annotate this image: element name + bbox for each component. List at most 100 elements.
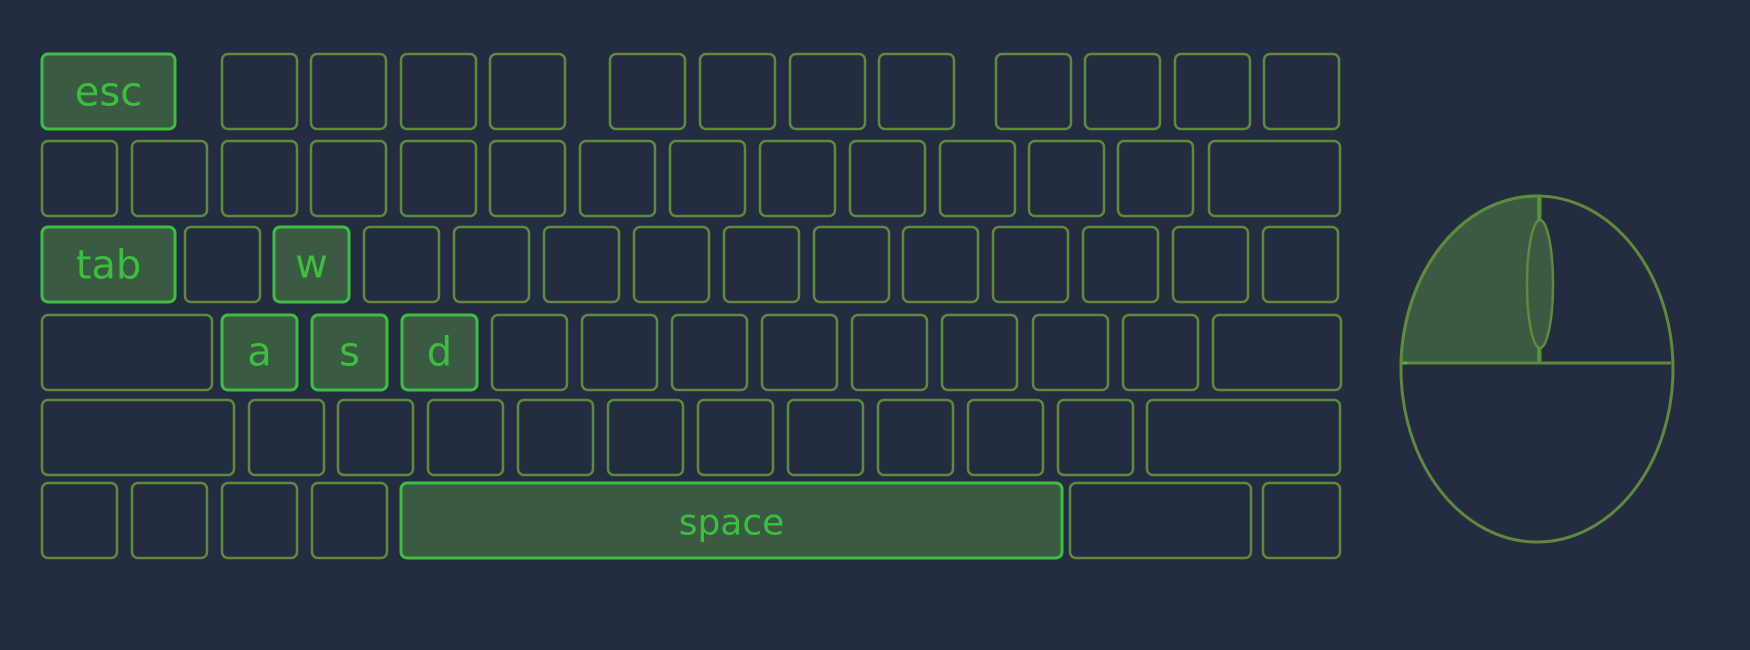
key-r1-6[interactable] bbox=[608, 52, 687, 131]
key-r1-5[interactable] bbox=[488, 52, 567, 131]
key-cap bbox=[247, 398, 326, 477]
key-cap bbox=[336, 398, 415, 477]
key-r5-3[interactable] bbox=[336, 398, 415, 477]
key-r4-13[interactable] bbox=[1211, 313, 1343, 392]
key-r2-10[interactable] bbox=[848, 139, 927, 218]
key-tab[interactable]: tab bbox=[40, 225, 177, 304]
key-r1-13[interactable] bbox=[1262, 52, 1341, 131]
key-cap bbox=[1056, 398, 1135, 477]
key-r2-11[interactable] bbox=[938, 139, 1017, 218]
key-r2-13[interactable] bbox=[1116, 139, 1195, 218]
key-r4-9[interactable] bbox=[850, 313, 929, 392]
key-r3-7[interactable] bbox=[632, 225, 711, 304]
key-r6-4[interactable] bbox=[310, 481, 389, 560]
key-cap bbox=[1081, 225, 1160, 304]
key-r5-10[interactable] bbox=[966, 398, 1045, 477]
key-r1-8[interactable] bbox=[788, 52, 867, 131]
key-r2-4[interactable] bbox=[309, 139, 388, 218]
key-r3-13[interactable] bbox=[1171, 225, 1250, 304]
key-r6-7[interactable] bbox=[1261, 481, 1342, 560]
key-cap bbox=[632, 225, 711, 304]
key-r4-8[interactable] bbox=[760, 313, 839, 392]
mouse-scroll-wheel[interactable] bbox=[1525, 218, 1555, 350]
key-r2-1[interactable] bbox=[40, 139, 119, 218]
key-r2-9[interactable] bbox=[758, 139, 837, 218]
key-cap bbox=[426, 398, 505, 477]
key-r2-14[interactable] bbox=[1207, 139, 1342, 218]
key-r3-12[interactable] bbox=[1081, 225, 1160, 304]
key-r4-6[interactable] bbox=[580, 313, 659, 392]
key-r5-4[interactable] bbox=[426, 398, 505, 477]
key-cap bbox=[1211, 313, 1343, 392]
key-r3-4[interactable] bbox=[362, 225, 441, 304]
key-cap bbox=[670, 313, 749, 392]
key-r2-7[interactable] bbox=[578, 139, 657, 218]
key-r1-10[interactable] bbox=[994, 52, 1073, 131]
key-r6-3[interactable] bbox=[220, 481, 299, 560]
key-r3-6[interactable] bbox=[542, 225, 621, 304]
mouse bbox=[1399, 194, 1675, 544]
key-r3-10[interactable] bbox=[901, 225, 980, 304]
key-label: space bbox=[679, 503, 785, 544]
key-r1-11[interactable] bbox=[1083, 52, 1162, 131]
key-cap bbox=[310, 481, 389, 560]
key-r5-2[interactable] bbox=[247, 398, 326, 477]
key-cap bbox=[608, 52, 687, 131]
key-r1-2[interactable] bbox=[220, 52, 299, 131]
key-r5-8[interactable] bbox=[786, 398, 865, 477]
key-r2-3[interactable] bbox=[220, 139, 299, 218]
key-r6-2[interactable] bbox=[130, 481, 209, 560]
key-r1-9[interactable] bbox=[877, 52, 956, 131]
key-a[interactable]: a bbox=[220, 313, 299, 392]
key-cap bbox=[1261, 481, 1342, 560]
key-r4-1[interactable] bbox=[40, 313, 214, 392]
key-cap bbox=[542, 225, 621, 304]
key-r3-11[interactable] bbox=[991, 225, 1070, 304]
key-r2-2[interactable] bbox=[130, 139, 209, 218]
key-r3-9[interactable] bbox=[812, 225, 891, 304]
input-visualizer: esc tab wa s d space bbox=[40, 52, 1675, 560]
key-r5-5[interactable] bbox=[516, 398, 595, 477]
key-cap bbox=[40, 313, 214, 392]
key-r5-7[interactable] bbox=[696, 398, 775, 477]
key-r4-10[interactable] bbox=[940, 313, 1019, 392]
key-r6-1[interactable] bbox=[40, 481, 119, 560]
key-r4-5[interactable] bbox=[490, 313, 569, 392]
key-cap bbox=[788, 52, 867, 131]
key-r3-2[interactable] bbox=[183, 225, 262, 304]
key-r2-6[interactable] bbox=[488, 139, 567, 218]
key-cap bbox=[1207, 139, 1342, 218]
key-r3-5[interactable] bbox=[452, 225, 531, 304]
key-cap bbox=[220, 139, 299, 218]
key-r4-12[interactable] bbox=[1121, 313, 1200, 392]
key-r1-12[interactable] bbox=[1173, 52, 1252, 131]
key-space[interactable]: space bbox=[399, 481, 1064, 560]
key-r5-11[interactable] bbox=[1056, 398, 1135, 477]
mouse-right-button[interactable] bbox=[1539, 196, 1671, 363]
key-r5-6[interactable] bbox=[606, 398, 685, 477]
key-r1-3[interactable] bbox=[309, 52, 388, 131]
key-d[interactable]: d bbox=[400, 313, 479, 392]
key-r4-11[interactable] bbox=[1031, 313, 1110, 392]
key-r1-4[interactable] bbox=[399, 52, 478, 131]
keyboard-row bbox=[40, 398, 1342, 477]
key-w[interactable]: w bbox=[272, 225, 351, 304]
key-r5-9[interactable] bbox=[876, 398, 955, 477]
key-r3-14[interactable] bbox=[1261, 225, 1340, 304]
key-r1-7[interactable] bbox=[698, 52, 777, 131]
key-r6-6[interactable] bbox=[1068, 481, 1253, 560]
key-cap bbox=[40, 481, 119, 560]
key-r2-5[interactable] bbox=[399, 139, 478, 218]
key-r5-1[interactable] bbox=[40, 398, 236, 477]
key-r4-7[interactable] bbox=[670, 313, 749, 392]
key-r5-12[interactable] bbox=[1145, 398, 1342, 477]
key-r2-12[interactable] bbox=[1027, 139, 1106, 218]
key-s[interactable]: s bbox=[310, 313, 389, 392]
key-esc[interactable]: esc bbox=[40, 52, 177, 131]
key-cap bbox=[1121, 313, 1200, 392]
key-r2-8[interactable] bbox=[668, 139, 747, 218]
key-cap bbox=[1171, 225, 1250, 304]
key-cap bbox=[966, 398, 1045, 477]
key-cap bbox=[130, 481, 209, 560]
key-r3-8[interactable] bbox=[722, 225, 801, 304]
